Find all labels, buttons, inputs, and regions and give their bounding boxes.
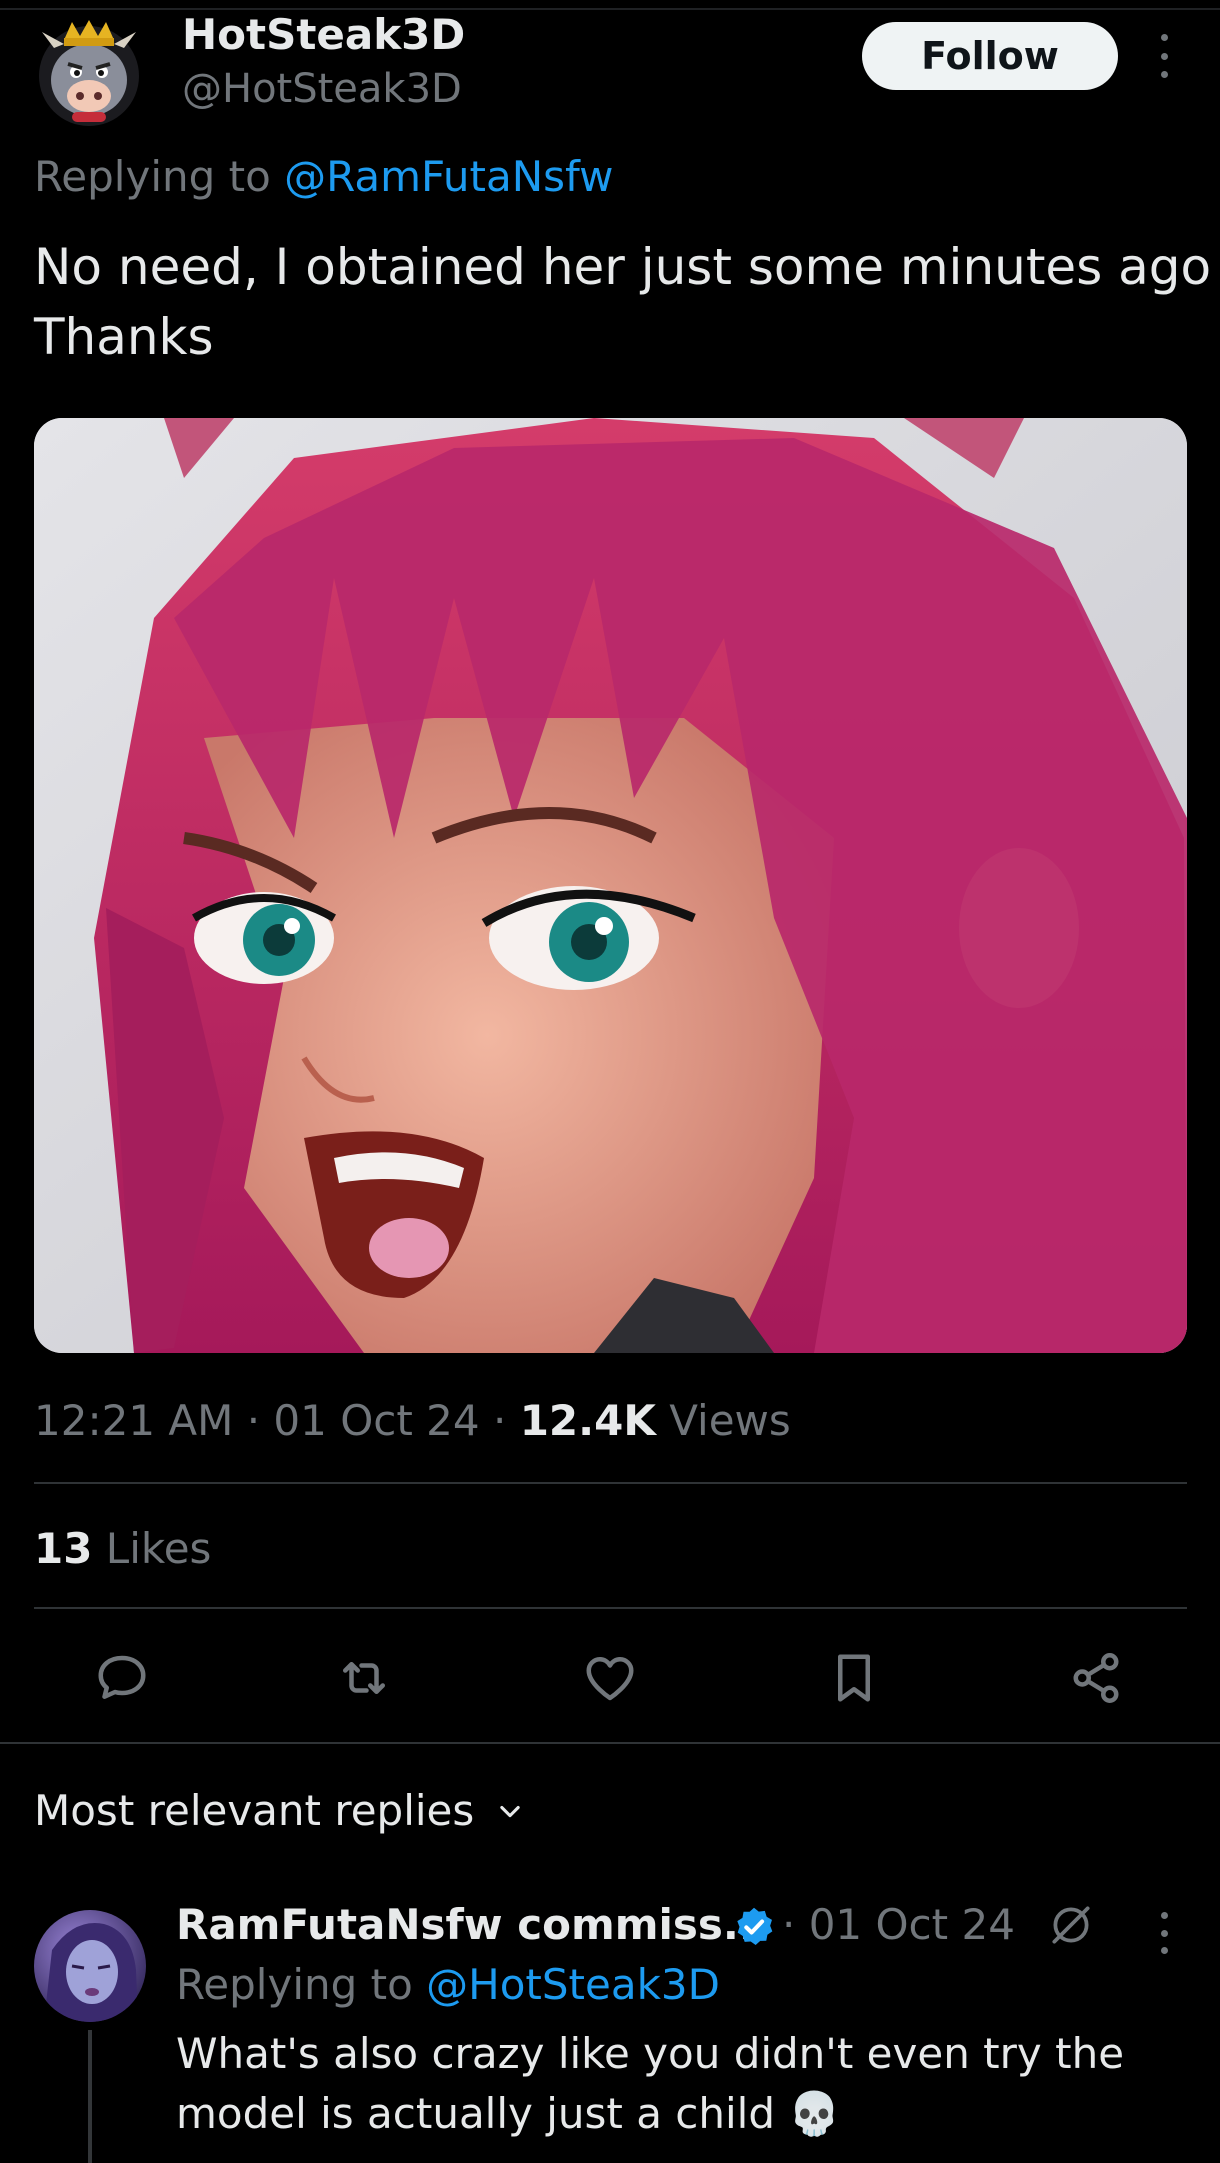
reply-date: 01 Oct 24 — [808, 1900, 1015, 1949]
more-options-icon[interactable] — [1150, 34, 1178, 78]
heart-icon[interactable] — [580, 1648, 640, 1708]
reply-replying-prefix: Replying to — [176, 1960, 427, 2009]
reply-bubble-icon[interactable] — [92, 1648, 152, 1708]
reply-replying-mention-link[interactable]: @HotSteak3D — [426, 1960, 720, 2009]
bookmark-icon[interactable] — [824, 1648, 884, 1708]
reply-date-line: · 01 Oct 24 — [782, 1900, 1015, 1949]
reply-replying-to-line: Replying to @HotSteak3D — [176, 1960, 720, 2009]
views-count[interactable]: 12.4K — [520, 1396, 656, 1445]
thread-line — [88, 2030, 92, 2163]
replying-to-line: Replying to @RamFutaNsfw — [34, 152, 613, 201]
reply-author-avatar[interactable] — [34, 1910, 146, 2022]
replying-mention-link[interactable]: @RamFutaNsfw — [284, 152, 613, 201]
views-label: Views — [655, 1396, 791, 1445]
retweet-icon[interactable] — [334, 1648, 394, 1708]
divider — [34, 1482, 1187, 1484]
chevron-down-icon — [500, 1805, 520, 1817]
tweet-time: 12:21 AM — [34, 1396, 234, 1445]
section-divider — [0, 1742, 1220, 1744]
likes-count: 13 — [34, 1524, 93, 1573]
tweet-date: 01 Oct 24 — [273, 1396, 480, 1445]
author-handle[interactable]: @HotSteak3D — [182, 66, 462, 112]
replies-sort-dropdown[interactable]: Most relevant replies — [34, 1786, 524, 1835]
meta-separator: · — [479, 1396, 520, 1445]
tweet-media-image[interactable] — [34, 418, 1187, 1353]
replies-sort-label: Most relevant replies — [34, 1786, 475, 1835]
tweet-meta-line: 12:21 AM · 01 Oct 24 · 12.4K Views — [34, 1396, 791, 1445]
reply-separator: · — [782, 1900, 809, 1949]
reply-text: What's also crazy like you didn't even t… — [176, 2024, 1186, 2144]
reply-author-name[interactable]: RamFutaNsfw commiss... — [176, 1900, 771, 1949]
author-name[interactable]: HotSteak3D — [182, 10, 465, 59]
verified-badge-icon — [737, 1907, 773, 1945]
tweet-text-line: Thanks — [34, 308, 214, 366]
tweet-text: No need, I obtained her just some minute… — [34, 232, 1212, 372]
likes-line[interactable]: 13 Likes — [34, 1524, 211, 1573]
likes-label: Likes — [92, 1524, 212, 1573]
author-avatar[interactable] — [34, 18, 144, 128]
meta-separator: · — [233, 1396, 274, 1445]
replying-prefix: Replying to — [34, 152, 285, 201]
divider — [34, 1607, 1187, 1609]
grok-icon[interactable] — [1046, 1900, 1096, 1950]
follow-button[interactable]: Follow — [862, 22, 1118, 90]
tweet-text-line: No need, I obtained her just some minute… — [34, 238, 1212, 296]
reply-more-options-icon[interactable] — [1150, 1912, 1178, 1954]
reply-text-line: What's also crazy like you didn't even t… — [176, 2029, 1125, 2078]
reply-text-line: model is actually just a child 💀 — [176, 2089, 841, 2138]
share-icon[interactable] — [1066, 1648, 1126, 1708]
